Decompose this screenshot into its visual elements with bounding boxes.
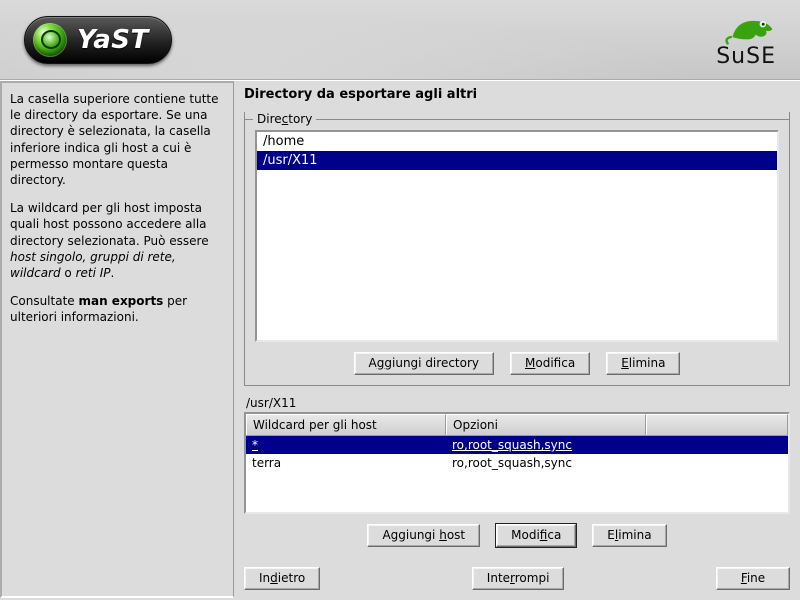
directory-group-label: Directory bbox=[253, 112, 316, 126]
yast-icon bbox=[33, 23, 67, 57]
hosts-header-wildcard[interactable]: Wildcard per gli host bbox=[246, 414, 446, 435]
directory-list[interactable]: /home/usr/X11 bbox=[255, 130, 779, 342]
content-area: La casella superiore contiene tutte le d… bbox=[0, 80, 800, 598]
brand-logo: SuSE bbox=[716, 13, 776, 67]
delete-directory-button[interactable]: Elimina bbox=[606, 352, 680, 375]
hosts-header-options[interactable]: Opzioni bbox=[446, 414, 646, 435]
delete-host-button[interactable]: Elimina bbox=[592, 524, 666, 547]
app-logo: YaST bbox=[24, 16, 172, 64]
edit-host-button[interactable]: Modifica bbox=[496, 524, 576, 547]
help-panel: La casella superiore contiene tutte le d… bbox=[0, 81, 234, 598]
abort-button[interactable]: Interrompi bbox=[472, 567, 565, 590]
app-name: YaST bbox=[77, 25, 149, 55]
add-host-button[interactable]: Aggiungi host bbox=[367, 524, 480, 547]
main-panel: Directory da esportare agli altri Direct… bbox=[234, 81, 800, 598]
help-p2: La wildcard per gli host imposta quali h… bbox=[10, 200, 225, 281]
hosts-header-spacer bbox=[646, 414, 788, 435]
directory-item[interactable]: /usr/X11 bbox=[257, 151, 777, 170]
header-bar: YaST SuSE bbox=[0, 0, 800, 80]
hosts-table[interactable]: Wildcard per gli host Opzioni *ro,root_s… bbox=[244, 412, 790, 514]
directory-buttons: Aggiungi directory Modifica Elimina bbox=[255, 352, 779, 375]
table-row[interactable]: *ro,root_squash,sync bbox=[246, 436, 788, 454]
hosts-header: Wildcard per gli host Opzioni bbox=[246, 414, 788, 436]
add-directory-button[interactable]: Aggiungi directory bbox=[354, 352, 494, 375]
directory-item[interactable]: /home bbox=[257, 132, 777, 151]
hosts-body[interactable]: *ro,root_squash,syncterraro,root_squash,… bbox=[246, 436, 788, 512]
help-p3: Consultate man exports per ulteriori inf… bbox=[10, 293, 225, 325]
brand-text: SuSE bbox=[716, 47, 776, 67]
help-p1: La casella superiore contiene tutte le d… bbox=[10, 91, 225, 188]
chameleon-icon bbox=[724, 13, 776, 45]
directory-group: Directory /home/usr/X11 Aggiungi directo… bbox=[244, 112, 790, 386]
wizard-nav: Indietro Interrompi Fine bbox=[244, 555, 790, 590]
table-row[interactable]: terraro,root_squash,sync bbox=[246, 454, 788, 472]
page-title: Directory da esportare agli altri bbox=[244, 87, 790, 102]
finish-button[interactable]: Fine bbox=[716, 567, 790, 590]
hosts-caption: /usr/X11 bbox=[246, 396, 790, 410]
edit-directory-button[interactable]: Modifica bbox=[510, 352, 590, 375]
back-button[interactable]: Indietro bbox=[244, 567, 320, 590]
host-buttons: Aggiungi host Modifica Elimina bbox=[244, 524, 790, 547]
